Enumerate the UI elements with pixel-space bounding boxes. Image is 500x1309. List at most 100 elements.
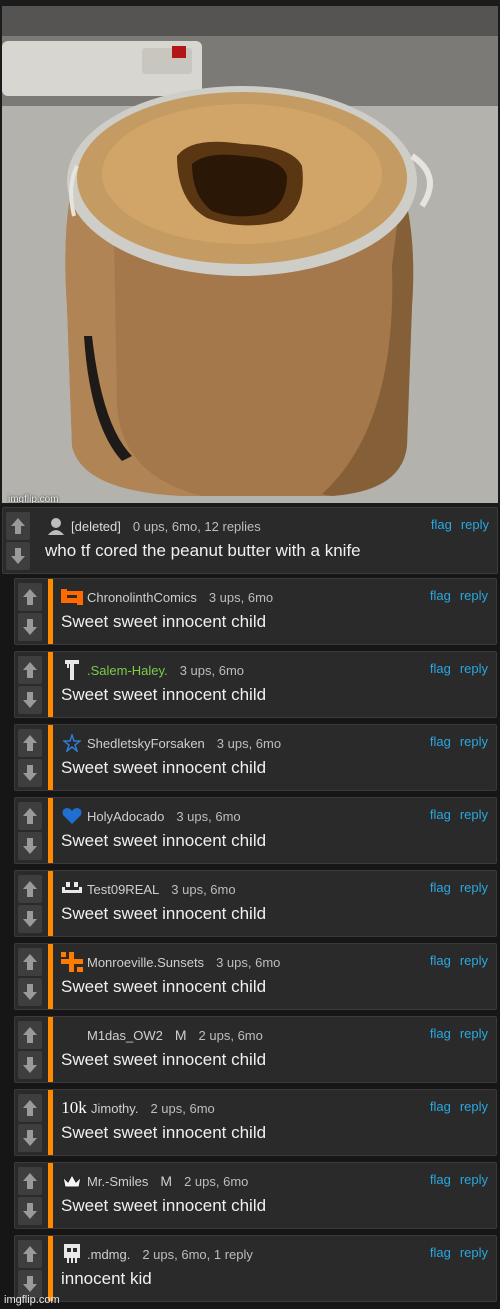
comment-username[interactable]: HolyAdocado [87, 809, 164, 824]
comment-meta: 3 ups, 6mo [216, 954, 281, 970]
blue-star-icon [61, 732, 83, 754]
comment-username[interactable]: Monroeville.Sunsets [87, 955, 204, 970]
reply-comment: ShedletskyForsaken 3 ups, 6mo flag reply Swe… [14, 724, 497, 791]
upvote-button[interactable] [18, 1094, 42, 1122]
comment-text: Sweet sweet innocent child [61, 758, 267, 777]
comment-header: 10k Jimothy. 2 ups, 6mo [61, 1098, 215, 1117]
comment-username[interactable]: M1das_OW2 [87, 1028, 163, 1043]
comment-header: Monroeville.Sunsets 3 ups, 6mo [61, 952, 281, 972]
downvote-button[interactable] [6, 542, 30, 570]
arrow-down-icon [23, 911, 37, 927]
reply-link[interactable]: reply [461, 517, 489, 532]
comment-header: ShedletskyForsaken 3 ups, 6mo [61, 734, 281, 752]
arrow-down-icon [23, 1057, 37, 1073]
reply-accent-bar [48, 1236, 53, 1301]
reply-link[interactable]: reply [460, 734, 488, 749]
reply-link[interactable]: reply [460, 588, 488, 603]
arrow-up-icon [23, 589, 37, 605]
upvote-button[interactable] [18, 583, 42, 611]
flag-link[interactable]: flag [430, 588, 451, 603]
comment-text: Sweet sweet innocent child [61, 977, 267, 996]
comment-text: Sweet sweet innocent child [61, 1196, 267, 1215]
comment-username[interactable]: Test09REAL [87, 882, 159, 897]
arrow-up-icon [23, 1027, 37, 1043]
downvote-button[interactable] [18, 978, 42, 1006]
vote-column [15, 579, 45, 644]
white-pillar-icon [61, 659, 83, 681]
downvote-button[interactable] [18, 686, 42, 714]
flag-link[interactable]: flag [430, 661, 451, 676]
downvote-button[interactable] [18, 759, 42, 787]
comment-username[interactable]: .mdmg. [87, 1247, 130, 1262]
vote-column [15, 1236, 45, 1301]
arrow-down-icon [23, 1130, 37, 1146]
downvote-button[interactable] [18, 832, 42, 860]
root-comment: [deleted] 0 ups, 6mo, 12 replies flag rep… [2, 507, 498, 574]
comment-header: HolyAdocado 3 ups, 6mo [61, 807, 241, 825]
mod-badge: M [160, 1173, 173, 1189]
downvote-button[interactable] [18, 1197, 42, 1225]
reply-link[interactable]: reply [460, 880, 488, 895]
orange-pixel-icon [61, 586, 83, 608]
comment-username[interactable]: ChronolinthComics [87, 590, 197, 605]
upvote-button[interactable] [6, 512, 30, 540]
reply-link[interactable]: reply [460, 807, 488, 822]
comment-actions: flag reply [421, 1026, 488, 1041]
comment-username[interactable]: ShedletskyForsaken [87, 736, 205, 751]
downvote-button[interactable] [18, 613, 42, 641]
downvote-button[interactable] [18, 905, 42, 933]
flag-link[interactable]: flag [431, 517, 452, 532]
reply-link[interactable]: reply [460, 1172, 488, 1187]
reply-accent-bar [48, 579, 53, 644]
upvote-button[interactable] [18, 875, 42, 903]
flag-link[interactable]: flag [430, 953, 451, 968]
reply-link[interactable]: reply [460, 1026, 488, 1041]
comment-text: who tf cored the peanut butter with a kn… [45, 541, 361, 560]
upvote-button[interactable] [18, 1240, 42, 1268]
comment-username[interactable]: .Salem-Haley. [87, 663, 168, 678]
comment-header: .Salem-Haley. 3 ups, 6mo [61, 659, 244, 681]
downvote-button[interactable] [18, 1124, 42, 1152]
comment-username[interactable]: Jimothy. [91, 1101, 138, 1116]
comment-username[interactable]: Mr.-Smiles [87, 1174, 148, 1189]
white-smiley-icon [61, 878, 83, 900]
blue-heart-icon [61, 805, 83, 827]
arrow-up-icon [23, 881, 37, 897]
comment-header: [deleted] 0 ups, 6mo, 12 replies [45, 517, 261, 535]
vote-column [15, 1017, 45, 1082]
flag-link[interactable]: flag [430, 734, 451, 749]
reply-accent-bar [48, 1090, 53, 1155]
reply-link[interactable]: reply [460, 1099, 488, 1114]
mod-badge: M [174, 1027, 187, 1043]
vote-column [15, 1163, 45, 1228]
arrow-down-icon [23, 619, 37, 635]
flag-link[interactable]: flag [430, 807, 451, 822]
reply-link[interactable]: reply [460, 661, 488, 676]
flag-link[interactable]: flag [430, 1026, 451, 1041]
comment-username[interactable]: [deleted] [71, 519, 121, 534]
upvote-button[interactable] [18, 802, 42, 830]
reply-link[interactable]: reply [460, 953, 488, 968]
flag-link[interactable]: flag [430, 1245, 451, 1260]
flag-link[interactable]: flag [430, 880, 451, 895]
reply-comment: .mdmg. 2 ups, 6mo, 1 reply flag reply innoce… [14, 1235, 497, 1302]
upvote-button[interactable] [18, 948, 42, 976]
comment-header: .mdmg. 2 ups, 6mo, 1 reply [61, 1244, 253, 1263]
upvote-button[interactable] [18, 729, 42, 757]
footer-watermark: imgflip.com [4, 1294, 60, 1306]
arrow-down-icon [23, 838, 37, 854]
vote-column [15, 798, 45, 863]
blank-avatar-icon [61, 1024, 83, 1046]
comment-meta: 3 ups, 6mo [171, 881, 236, 897]
flag-link[interactable]: flag [430, 1099, 451, 1114]
comment-actions: flag reply [421, 1099, 488, 1114]
upvote-button[interactable] [18, 1167, 42, 1195]
flag-link[interactable]: flag [430, 1172, 451, 1187]
upvote-button[interactable] [18, 1021, 42, 1049]
comment-actions: flag reply [421, 1172, 488, 1187]
upvote-button[interactable] [18, 656, 42, 684]
reply-link[interactable]: reply [460, 1245, 488, 1260]
downvote-button[interactable] [18, 1051, 42, 1079]
arrow-up-icon [23, 808, 37, 824]
arrow-down-icon [23, 984, 37, 1000]
